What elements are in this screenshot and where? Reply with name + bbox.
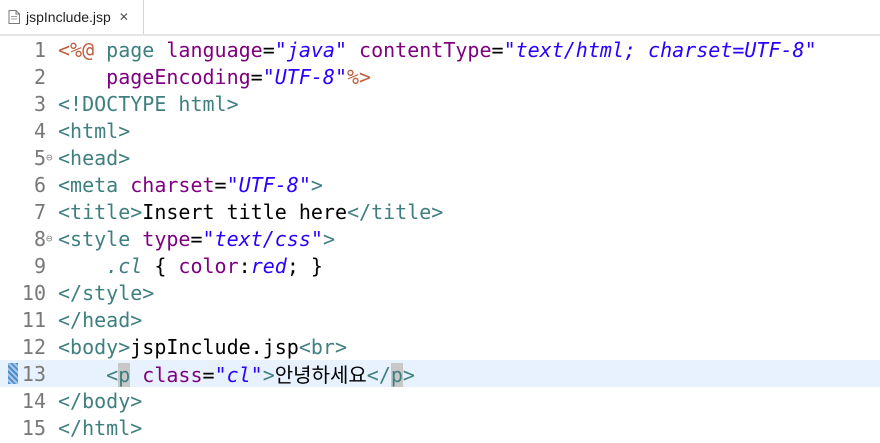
code-text: pageEncoding="UTF-8"%>: [106, 64, 372, 89]
code-text: <%@ page language="java" contentType="te…: [58, 37, 817, 62]
code-text: <head>: [58, 145, 131, 170]
code-line-2: 2 pageEncoding="UTF-8"%>: [0, 63, 880, 90]
fold-collapse-icon[interactable]: ⊖: [46, 232, 58, 245]
code-line-7: 7 <title>Insert title here</title>: [0, 198, 880, 225]
code-text: </style>: [58, 280, 155, 305]
occurrence-marker-icon: [8, 363, 18, 384]
line-number: 12: [21, 334, 46, 359]
code-text: <title>Insert title here</title>: [58, 199, 444, 224]
code-text: </html>: [58, 415, 143, 440]
line-number: 2: [33, 64, 46, 89]
line-number: 10: [21, 280, 46, 305]
code-text: </body>: [58, 388, 143, 413]
tab-label: jspInclude.jsp: [26, 9, 111, 25]
code-text: .cl { color:red; }: [106, 253, 323, 278]
line-number: 13: [21, 361, 46, 386]
code-line-3: 3 <!DOCTYPE html>: [0, 90, 880, 117]
code-line-1: 1 <%@ page language="java" contentType="…: [0, 36, 880, 63]
code-text: <!DOCTYPE html>: [58, 91, 239, 116]
line-number: 3: [33, 91, 46, 116]
code-line-14: 14 </body>: [0, 387, 880, 414]
line-number: 8: [33, 226, 46, 251]
line-number: 11: [21, 307, 46, 332]
line-number: 6: [33, 172, 46, 197]
code-line-13-current: 13 <p class="cl">안녕하세요</p>: [0, 360, 880, 387]
code-line-6: 6 <meta charset="UTF-8">: [0, 171, 880, 198]
line-number: 15: [21, 415, 46, 440]
code-text: </head>: [58, 307, 143, 332]
code-line-4: 4 <html>: [0, 117, 880, 144]
tab-jspinclude[interactable]: jspInclude.jsp ✕: [0, 0, 144, 34]
code-line-5: 5 ⊖ <head>: [0, 144, 880, 171]
code-line-12: 12 <body>jspInclude.jsp<br>: [0, 333, 880, 360]
code-text: <style type="text/css">: [58, 226, 335, 251]
code-line-9: 9 .cl { color:red; }: [0, 252, 880, 279]
line-number: 4: [33, 118, 46, 143]
code-line-8: 8 ⊖ <style type="text/css">: [0, 225, 880, 252]
code-text: <meta charset="UTF-8">: [58, 172, 323, 197]
close-icon[interactable]: ✕: [119, 11, 129, 23]
editor-tab-bar: jspInclude.jsp ✕: [0, 0, 880, 36]
line-number: 7: [33, 199, 46, 224]
code-text: <html>: [58, 118, 131, 143]
code-text: <p class="cl">안녕하세요</p>: [106, 363, 415, 387]
code-text: <body>jspInclude.jsp<br>: [58, 334, 347, 359]
line-number: 5: [33, 145, 46, 170]
line-number: 9: [33, 253, 46, 278]
code-line-11: 11 </head>: [0, 306, 880, 333]
code-line-10: 10 </style>: [0, 279, 880, 306]
code-line-15: 15 </html>: [0, 414, 880, 441]
jsp-file-icon: [8, 10, 20, 24]
fold-collapse-icon[interactable]: ⊖: [46, 151, 58, 164]
line-number: 1: [33, 37, 46, 62]
line-number: 14: [21, 388, 46, 413]
code-editor[interactable]: 1 <%@ page language="java" contentType="…: [0, 36, 880, 441]
